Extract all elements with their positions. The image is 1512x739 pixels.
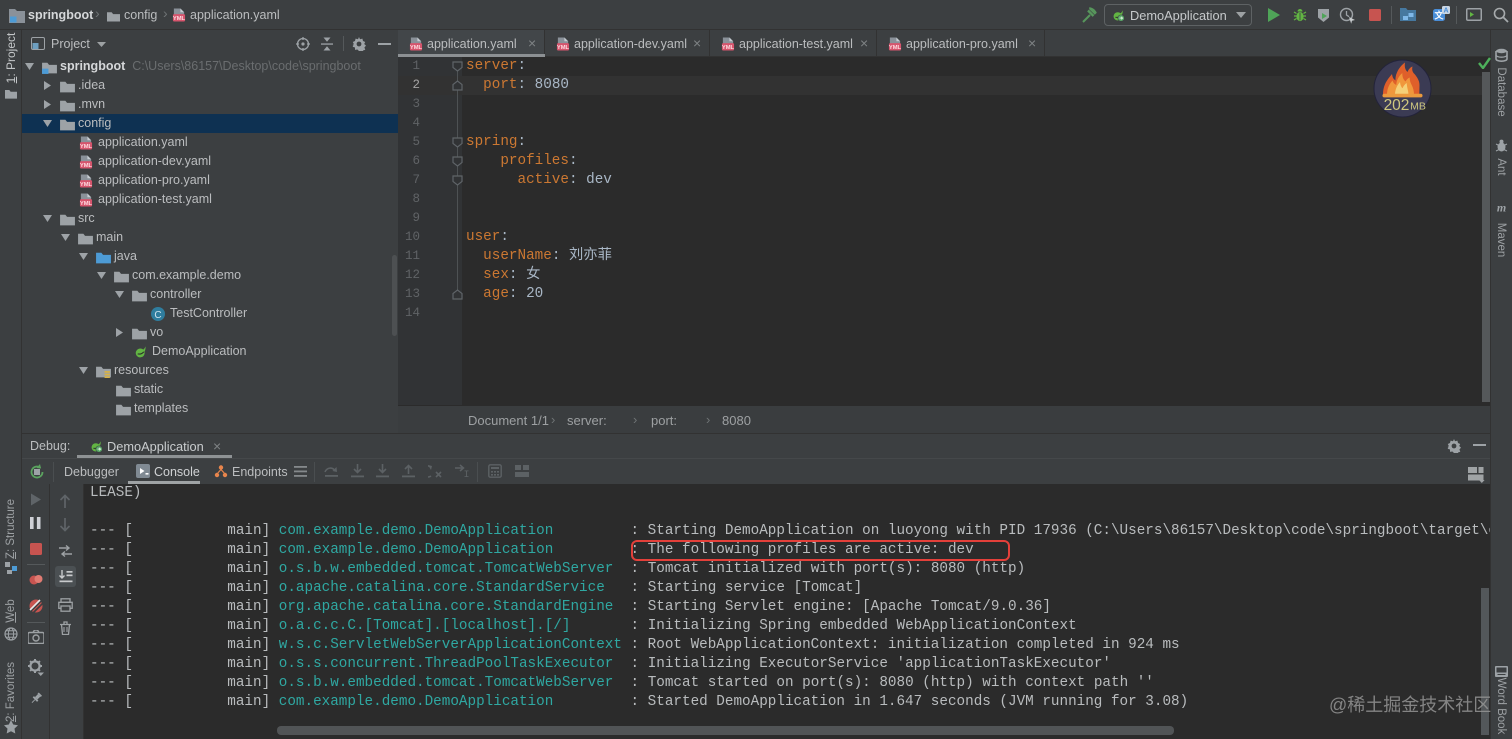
- svg-text:MB: MB: [1410, 101, 1426, 113]
- svg-text:YML: YML: [173, 16, 186, 22]
- svg-text:YML: YML: [80, 201, 93, 207]
- svg-text:C: C: [154, 310, 161, 321]
- svg-text:YML: YML: [557, 45, 570, 51]
- svg-text:YML: YML: [889, 45, 902, 51]
- svg-text:I: I: [463, 470, 469, 478]
- svg-text:YML: YML: [80, 182, 93, 188]
- svg-text:YML: YML: [80, 144, 93, 150]
- svg-text:m: m: [1497, 201, 1506, 213]
- svg-text:A: A: [1443, 8, 1448, 15]
- svg-text:YML: YML: [80, 163, 93, 169]
- svg-text:202: 202: [1384, 97, 1410, 114]
- svg-text:YML: YML: [722, 45, 735, 51]
- svg-text:YML: YML: [410, 45, 423, 51]
